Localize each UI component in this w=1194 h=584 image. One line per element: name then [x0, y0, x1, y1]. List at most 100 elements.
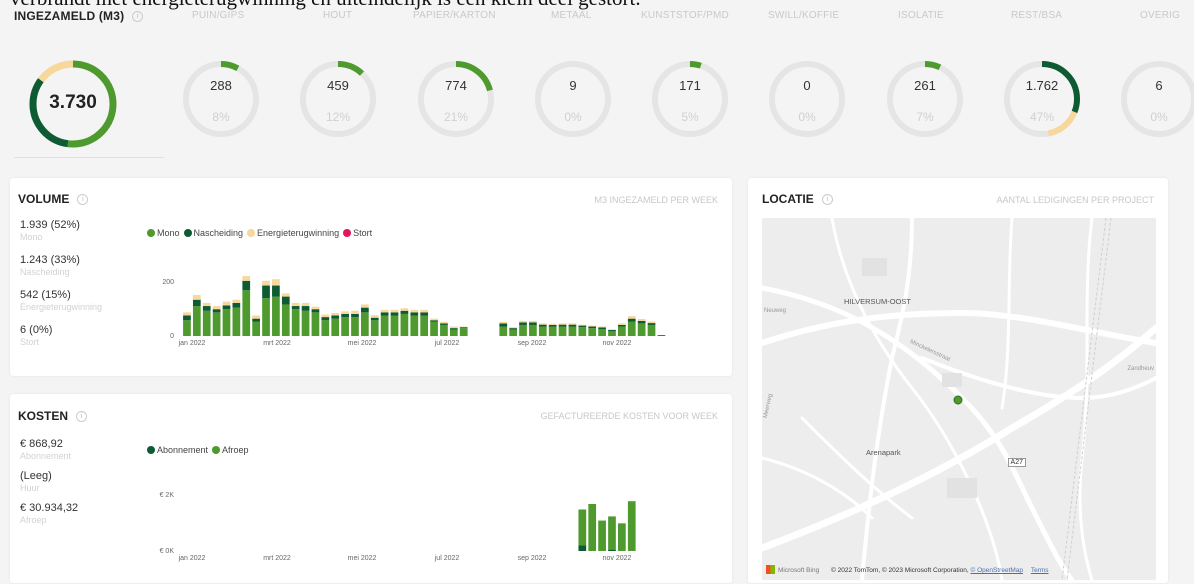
bar-energieterugwinning[interactable] [291, 302, 300, 307]
bar-mono[interactable] [509, 329, 517, 336]
bar-energieterugwinning[interactable] [430, 318, 438, 321]
bar-nascheiding[interactable] [509, 328, 517, 330]
bar-energieterugwinning[interactable] [558, 323, 567, 325]
bar-nascheiding[interactable] [202, 306, 211, 311]
osm-link[interactable]: © OpenStreetMap [971, 567, 1023, 574]
bar-energieterugwinning[interactable] [509, 327, 517, 329]
bar-energieterugwinning[interactable] [459, 326, 468, 328]
bar-nascheiding[interactable] [440, 323, 448, 325]
bar-mono[interactable] [459, 328, 468, 336]
bar-energieterugwinning[interactable] [361, 304, 369, 308]
bar-energieterugwinning[interactable] [242, 276, 251, 281]
bar-afroep[interactable] [588, 503, 597, 551]
bar-mono[interactable] [301, 310, 310, 336]
bar-nascheiding[interactable] [252, 318, 260, 322]
bar-nascheiding[interactable] [301, 306, 310, 311]
bar-energieterugwinning[interactable] [192, 295, 201, 300]
bar-nascheiding[interactable] [449, 328, 458, 330]
bar-energieterugwinning[interactable] [390, 309, 399, 313]
category-donut[interactable]: 774 21% [415, 58, 497, 140]
bar-mono[interactable] [321, 320, 330, 336]
category-donut[interactable]: 9 0% [532, 58, 614, 140]
bar-mono[interactable] [262, 298, 270, 336]
bar-energieterugwinning[interactable] [222, 301, 231, 306]
bar-energieterugwinning[interactable] [351, 310, 359, 314]
bar-energieterugwinning[interactable] [341, 311, 349, 314]
bar-mono[interactable] [647, 324, 656, 336]
bar-nascheiding[interactable] [272, 285, 280, 297]
bar-nascheiding[interactable] [380, 312, 389, 316]
bar-nascheiding[interactable] [558, 324, 567, 327]
bar-nascheiding[interactable] [519, 322, 527, 325]
project-location-marker[interactable] [953, 395, 963, 405]
legend-item[interactable]: Nascheiding [183, 228, 243, 238]
bar-energieterugwinning[interactable] [202, 302, 211, 307]
bar-nascheiding[interactable] [618, 324, 626, 327]
bar-nascheiding[interactable] [568, 324, 577, 327]
bar-energieterugwinning[interactable] [449, 326, 458, 329]
bar-energieterugwinning[interactable] [400, 308, 409, 311]
bar-energieterugwinning[interactable] [262, 280, 270, 286]
bar-energieterugwinning[interactable] [301, 302, 310, 307]
bar-nascheiding[interactable] [232, 302, 241, 308]
bar-afroep[interactable] [598, 520, 606, 551]
bar-nascheiding[interactable] [459, 327, 468, 329]
bar-energieterugwinning[interactable] [538, 323, 547, 325]
bar-energieterugwinning[interactable] [499, 321, 508, 324]
bar-nascheiding[interactable] [637, 320, 646, 324]
bar-mono[interactable] [232, 307, 241, 336]
bar-mono[interactable] [192, 306, 201, 336]
bar-energieterugwinning[interactable] [440, 321, 448, 324]
bar-afroep[interactable] [608, 516, 616, 550]
bar-energieterugwinning[interactable] [627, 316, 636, 319]
bar-nascheiding[interactable] [222, 305, 231, 310]
bar-nascheiding[interactable] [341, 313, 349, 318]
bar-energieterugwinning[interactable] [519, 320, 527, 323]
bar-nascheiding[interactable] [627, 318, 636, 322]
bar-nascheiding[interactable] [331, 315, 340, 319]
bar-mono[interactable] [598, 329, 606, 336]
bar-mono[interactable] [252, 321, 260, 336]
info-icon[interactable]: i [76, 411, 88, 423]
bar-energieterugwinning[interactable] [252, 315, 260, 319]
bar-energieterugwinning[interactable] [568, 323, 577, 325]
bar-energieterugwinning[interactable] [410, 309, 419, 313]
bar-mono[interactable] [499, 326, 508, 336]
bar-nascheiding[interactable] [281, 296, 290, 305]
bar-energieterugwinning[interactable] [272, 279, 280, 286]
bar-abonnement[interactable] [608, 549, 616, 551]
bar-energieterugwinning[interactable] [183, 312, 191, 316]
bar-energieterugwinning[interactable] [420, 309, 429, 313]
bar-nascheiding[interactable] [311, 309, 320, 313]
bar-energieterugwinning[interactable] [618, 323, 626, 325]
category-donut[interactable]: 1.762 47% [1001, 58, 1083, 140]
bar-nascheiding[interactable] [529, 322, 537, 325]
info-icon[interactable]: i [821, 194, 833, 206]
bar-nascheiding[interactable] [647, 323, 656, 325]
bar-nascheiding[interactable] [370, 317, 379, 321]
bar-mono[interactable] [311, 312, 320, 336]
bar-mono[interactable] [538, 326, 547, 336]
bar-mono[interactable] [627, 321, 636, 336]
bar-energieterugwinning[interactable] [588, 325, 597, 327]
bar-mono[interactable] [578, 327, 587, 336]
bar-energieterugwinning[interactable] [311, 306, 320, 310]
bar-energieterugwinning[interactable] [529, 320, 537, 323]
bar-energieterugwinning[interactable] [647, 321, 656, 324]
bar-nascheiding[interactable] [351, 313, 359, 318]
category-donut[interactable]: 171 5% [649, 58, 731, 140]
bar-mono[interactable] [370, 320, 379, 336]
bar-nascheiding[interactable] [538, 324, 547, 327]
bar-nascheiding[interactable] [588, 326, 597, 329]
bar-mono[interactable] [331, 318, 340, 336]
bar-mono[interactable] [351, 317, 359, 336]
category-donut[interactable]: 0 0% [766, 58, 848, 140]
bar-mono[interactable] [568, 326, 577, 336]
bar-mono[interactable] [281, 304, 290, 336]
terms-link[interactable]: Terms [1031, 567, 1049, 574]
legend-item[interactable]: Stort [343, 228, 372, 238]
bar-nascheiding[interactable] [262, 285, 270, 299]
bar-mono[interactable] [410, 315, 419, 337]
bar-afroep[interactable] [618, 523, 626, 551]
bar-mono[interactable] [291, 309, 300, 336]
